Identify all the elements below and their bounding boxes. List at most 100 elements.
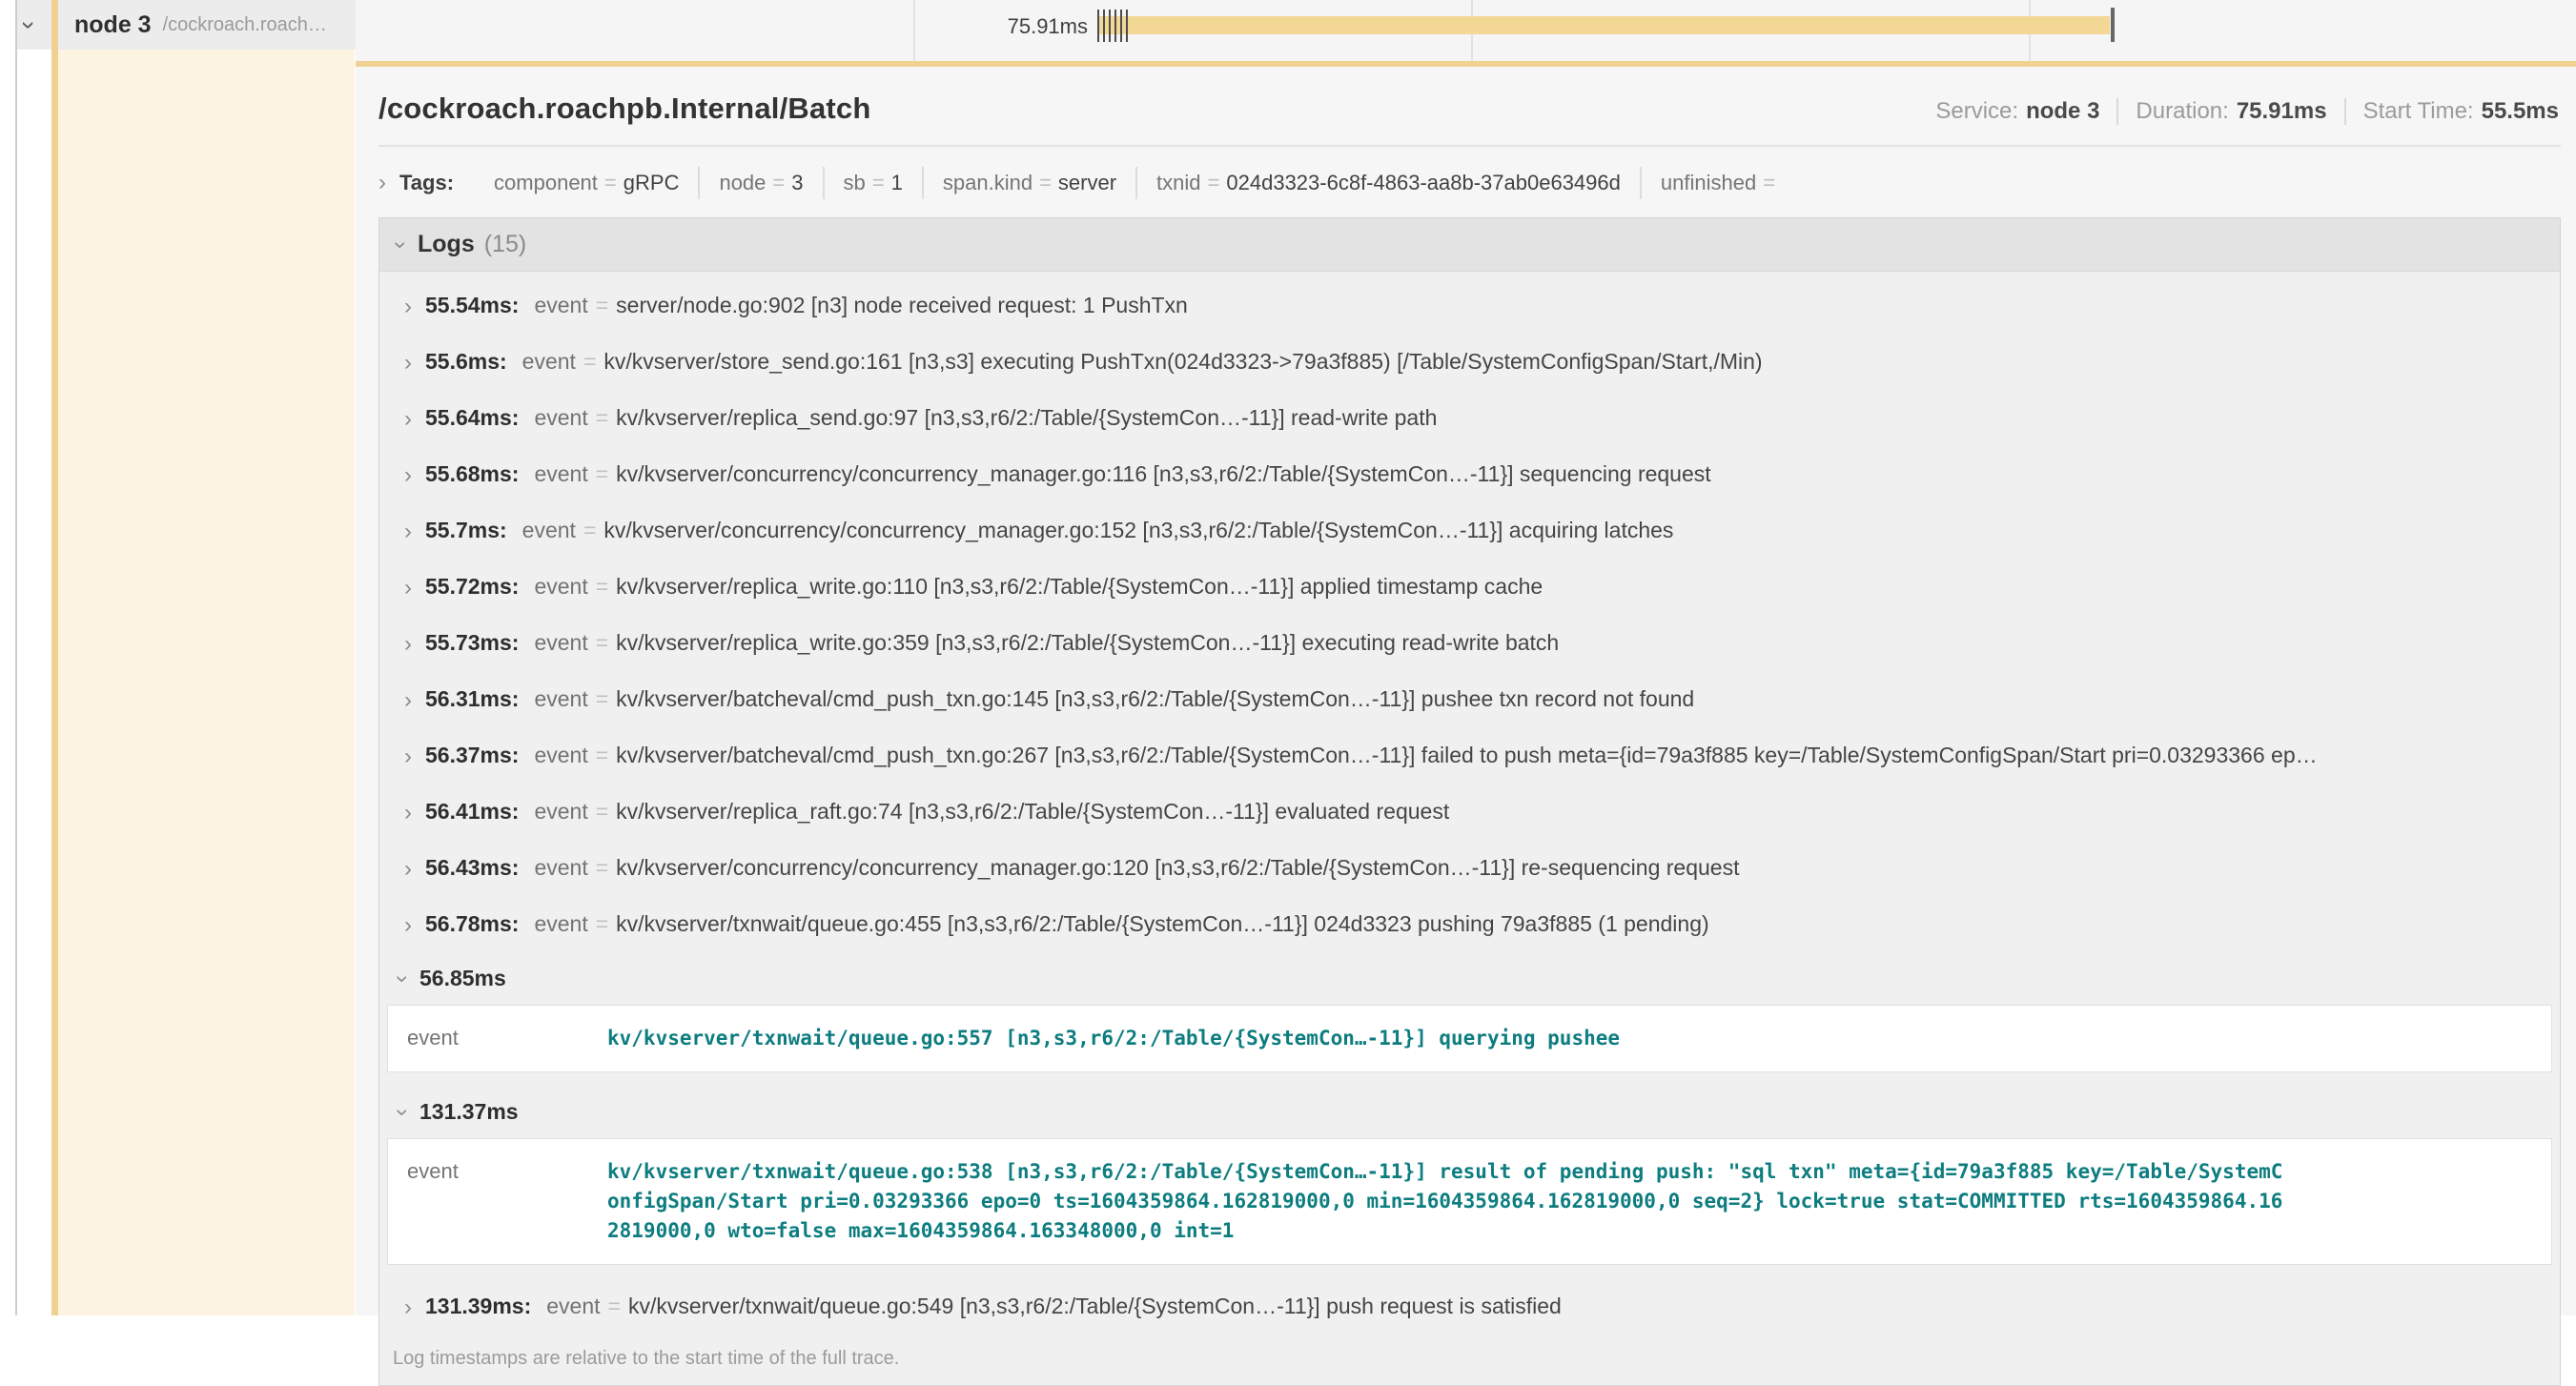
span-duration-bar[interactable] [1097, 16, 2110, 34]
log-detail-card: eventkv/kvserver/txnwait/queue.go:557 [n… [387, 1005, 2552, 1072]
logs-footer-note: Log timestamps are relative to the start… [379, 1335, 2560, 1385]
log-message: kv/kvserver/replica_send.go:97 [n3,s3,r6… [616, 405, 1437, 431]
log-entry[interactable]: ›56.43ms:event=kv/kvserver/concurrency/c… [379, 840, 2560, 896]
equals-sign: = [596, 461, 608, 487]
span-detail-header: /cockroach.roachpb.Internal/Batch Servic… [378, 92, 2561, 126]
tag-key: txnid [1156, 171, 1200, 194]
chevron-right-icon: › [404, 858, 412, 881]
log-entry[interactable]: › 56.37ms: event = kv/kvserver/batcheval/cmd… [379, 727, 2560, 784]
log-timestamp: 56.37ms: [425, 743, 519, 768]
tag-item: node=3 [698, 167, 822, 199]
equals-sign: = [583, 349, 596, 375]
tags-row[interactable]: › Tags: component=gRPCnode=3sb=1span.kin… [378, 162, 2561, 204]
log-entry-header[interactable]: ›56.85ms [379, 952, 2560, 1003]
log-entry[interactable]: ›131.39ms:event=kv/kvserver/txnwait/queu… [379, 1278, 2560, 1335]
equals-sign: = [596, 574, 608, 600]
meta-label: Start Time: [2363, 98, 2474, 124]
log-field-name: event [534, 630, 587, 656]
tag-key: unfinished [1661, 171, 1756, 194]
log-entry[interactable]: ›55.68ms:event=kv/kvserver/concurrency/c… [379, 446, 2560, 502]
tag-value: 024d3323-6c8f-4863-aa8b-37ab0e63496d [1226, 171, 1620, 194]
tag-item: unfinished= [1640, 167, 1801, 199]
span-meta-item: Duration:75.91ms [2116, 98, 2343, 125]
log-entry[interactable]: ›55.73ms:event=kv/kvserver/replica_write… [379, 615, 2560, 671]
log-field-name: event [534, 743, 587, 768]
log-entry-header[interactable]: ›131.37ms [379, 1086, 2560, 1136]
tag-item: txnid = 024d3323-6c8f-4863-aa8b-37ab0e6349… [1135, 167, 1640, 199]
span-duration-label: 75.91ms [356, 14, 1088, 39]
log-field-name: event [407, 1024, 607, 1053]
service-color-bar [51, 0, 58, 1315]
log-entry-expanded: ›56.85mseventkv/kvserver/txnwait/queue.g… [379, 952, 2560, 1072]
log-entry[interactable]: ›55.7ms:event=kv/kvserver/concurrency/co… [379, 502, 2560, 559]
log-entry[interactable]: ›55.54ms:event=server/node.go:902 [n3] n… [379, 277, 2560, 334]
span-title: /cockroach.roachpb.Internal/Batch [378, 92, 871, 126]
divider [378, 145, 2561, 147]
chevron-right-icon: › [404, 1296, 412, 1319]
logs-section-header[interactable]: › Logs (15) [379, 218, 2560, 272]
log-message: kv/kvserver/batcheval/cmd_push_txn.go:26… [616, 743, 2317, 768]
chevron-right-icon: › [404, 689, 412, 712]
tag-key: span.kind [943, 171, 1032, 194]
chevron-down-icon[interactable]: › [14, 21, 44, 30]
log-field-name: event [534, 855, 587, 881]
log-timestamp: 55.72ms: [425, 574, 519, 600]
log-field-name: event [534, 293, 587, 318]
timeline-row[interactable]: 75.91ms [356, 0, 2576, 61]
span-service-name: node 3 [74, 11, 152, 39]
log-message: kv/kvserver/batcheval/cmd_push_txn.go:14… [616, 686, 1694, 712]
log-entry[interactable]: › 55.72ms: event = kv/kvserver/replica_write… [379, 559, 2560, 615]
span-meta: Service:node 3Duration:75.91ms Start Time… [1918, 98, 2561, 125]
span-meta-item: Service:node 3 [1918, 98, 2116, 125]
log-entry[interactable]: ›55.6ms:event=kv/kvserver/store_send.go:… [379, 334, 2560, 390]
chevron-right-icon: › [404, 745, 412, 768]
log-field-name: event [407, 1157, 607, 1246]
equals-sign: = [583, 518, 596, 543]
logs-title: Logs [418, 231, 475, 258]
chevron-down-icon: › [391, 975, 414, 983]
tags-label: Tags: [399, 171, 454, 195]
meta-value: node 3 [2026, 98, 2099, 124]
log-field-name: event [534, 574, 587, 600]
span-name-cell[interactable]: › node 3 /cockroach.roach… [17, 0, 356, 50]
chevron-right-icon: › [404, 633, 412, 656]
log-tick-end-marker [2111, 8, 2115, 42]
tag-value: 1 [891, 171, 903, 194]
log-entry[interactable]: ›56.31ms:event=kv/kvserver/batcheval/cmd… [379, 671, 2560, 727]
tag-key: node [719, 171, 766, 194]
meta-label: Duration: [2136, 98, 2228, 124]
equals-sign: = [596, 799, 608, 825]
log-entry[interactable]: ›56.41ms:event=kv/kvserver/replica_raft.… [379, 784, 2560, 840]
log-timestamp: 131.37ms [419, 1099, 519, 1125]
tag-value: 3 [791, 171, 803, 194]
logs-count: (15) [484, 231, 526, 258]
log-entry[interactable]: ›55.64ms:event=kv/kvserver/replica_send.… [379, 390, 2560, 446]
log-entry[interactable]: ›56.78ms:event=kv/kvserver/txnwait/queue… [379, 896, 2560, 952]
log-message: kv/kvserver/concurrency/concurrency_mana… [616, 855, 1739, 881]
log-message: kv/kvserver/replica_write.go:110 [n3,s3,… [616, 574, 1543, 600]
column-divider[interactable] [15, 0, 17, 1315]
chevron-right-icon: › [404, 352, 412, 375]
equals-sign: = [596, 911, 608, 937]
log-field-name: event [534, 911, 587, 937]
tag-key: sb [844, 171, 866, 194]
tag-item: sb=1 [823, 167, 922, 199]
log-timestamp: 55.64ms: [425, 405, 519, 431]
log-message: kv/kvserver/concurrency/concurrency_mana… [603, 518, 1673, 543]
chevron-right-icon: › [404, 577, 412, 600]
equals-sign: = [1039, 171, 1052, 194]
equals-sign: = [596, 686, 608, 712]
meta-value: 55.5ms [2482, 98, 2559, 124]
log-timestamp: 55.54ms: [425, 293, 519, 318]
equals-sign: = [596, 743, 608, 768]
log-timestamp: 56.78ms: [425, 911, 519, 937]
logs-list: ›55.54ms:event=server/node.go:902 [n3] n… [379, 272, 2560, 1335]
log-message: kv/kvserver/replica_raft.go:74 [n3,s3,r6… [616, 799, 1449, 825]
chevron-right-icon: › [404, 408, 412, 431]
log-message: kv/kvserver/txnwait/queue.go:557 [n3,s3,… [607, 1024, 2285, 1053]
tag-item: span.kind=server [922, 167, 1135, 199]
log-field-name: event [534, 405, 587, 431]
log-timestamp: 55.7ms: [425, 518, 507, 543]
equals-sign: = [1208, 171, 1220, 194]
log-entry-expanded: ›131.37mseventkv/kvserver/txnwait/queue.… [379, 1086, 2560, 1265]
